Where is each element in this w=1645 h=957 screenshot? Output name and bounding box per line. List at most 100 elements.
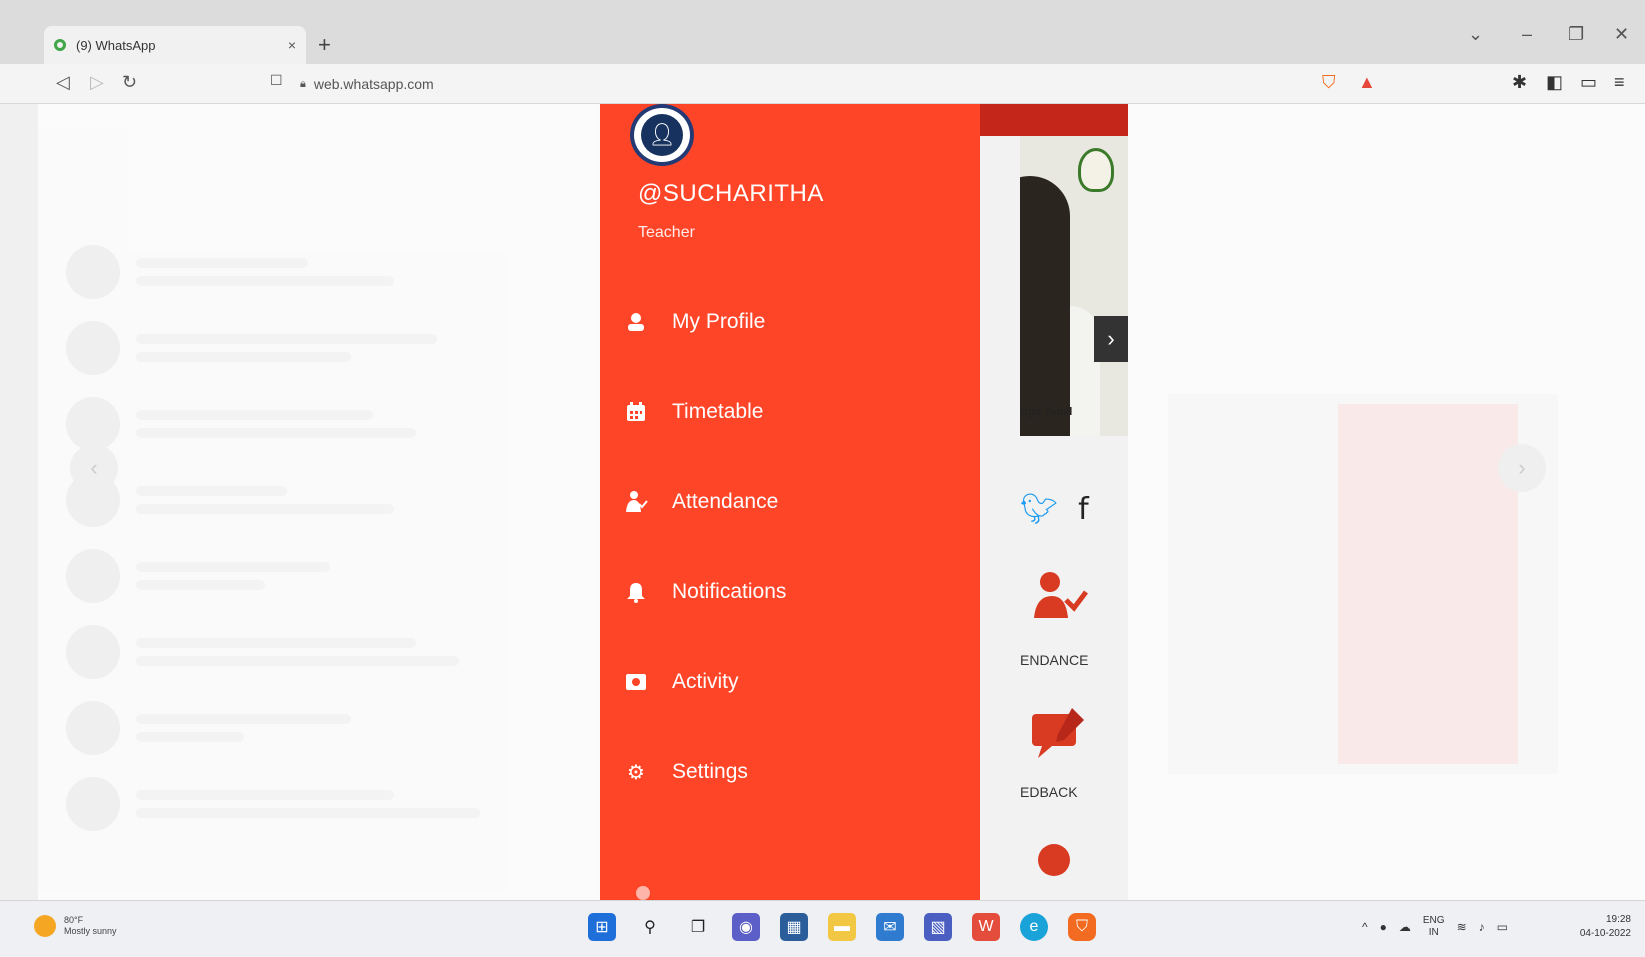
menu-item-timetable[interactable]: Timetable (624, 388, 964, 436)
emblem-icon (1078, 148, 1114, 192)
reload-icon[interactable]: ↻ (122, 72, 137, 93)
weather-temp: 80°F (64, 915, 84, 925)
menu-item-settings[interactable]: ⚙ Settings (624, 748, 964, 796)
weather-desc: Mostly sunny (64, 926, 117, 936)
system-tray: ^ ● ☁ ENG IN ≋ ♪ ▭ (1362, 915, 1508, 939)
avatar (66, 701, 120, 755)
carousel-next-icon[interactable]: › (1498, 444, 1546, 492)
drawer-username: @SUCHARITHA (638, 180, 824, 207)
chat-row[interactable] (66, 320, 566, 376)
chat-row[interactable] (66, 548, 566, 604)
social-links: 🐦︎ f (1020, 492, 1089, 527)
lock-icon: 🔒︎ (300, 77, 306, 90)
carousel-prev-icon[interactable]: ‹ (70, 444, 118, 492)
menu-item-activity[interactable]: Activity (624, 658, 964, 706)
attendance-tile-icon[interactable] (1028, 568, 1088, 624)
avatar (66, 245, 120, 299)
office-icon[interactable]: W (972, 913, 1000, 941)
tab-close-icon[interactable]: × (288, 37, 296, 53)
more-menu-icon[interactable] (636, 886, 650, 900)
language-indicator[interactable]: ENG IN (1423, 915, 1445, 939)
gear-icon: ⚙ (627, 760, 645, 784)
sidebar-icon[interactable]: ◧ (1546, 72, 1563, 93)
bell-icon (624, 580, 648, 604)
chat-row[interactable] (66, 396, 566, 452)
user-avatar[interactable]: 👤︎ (630, 104, 694, 166)
brave-rewards-icon[interactable]: ▲ (1358, 72, 1376, 93)
browser-tabstrip: (9) WhatsApp × + ⌄ – ❐ ✕ (0, 0, 1645, 64)
menu-item-label: Activity (672, 670, 739, 693)
message-image (1338, 404, 1518, 764)
brave-icon[interactable]: ⛉ (1068, 913, 1096, 941)
chat-row[interactable] (66, 244, 566, 300)
whatsapp-chat-list (38, 104, 598, 900)
mail-icon[interactable]: ✉ (876, 913, 904, 941)
chat-row[interactable] (66, 624, 566, 680)
menu-item-my-profile[interactable]: My Profile (624, 298, 964, 346)
chat-row[interactable] (66, 700, 566, 756)
app-profile-name: Ugo Tamil (1020, 406, 1073, 418)
menu-item-notifications[interactable]: Notifications (624, 568, 964, 616)
menu-item-label: Attendance (672, 490, 779, 513)
file-explorer-icon[interactable]: ▬ (828, 913, 856, 941)
chat-row[interactable] (66, 472, 566, 528)
clock-date: 04-10-2022 (1579, 928, 1631, 939)
antivirus-icon[interactable]: ● (1380, 920, 1387, 934)
chat-row[interactable] (66, 776, 566, 832)
chat-icon[interactable]: ◉ (732, 913, 760, 941)
back-icon[interactable]: ◁ (56, 72, 70, 93)
menu-item-label: Timetable (672, 400, 764, 423)
calendar-icon (624, 400, 648, 424)
weather-widget[interactable]: 80°F Mostly sunny (34, 915, 117, 937)
facebook-icon[interactable]: f (1078, 492, 1089, 527)
minimize-button[interactable]: – (1522, 24, 1532, 45)
menu-item-label: Notifications (672, 580, 787, 603)
browser-tab-whatsapp[interactable]: (9) WhatsApp × (44, 26, 306, 64)
menu-item-attendance[interactable]: Attendance (624, 478, 964, 526)
wallet-icon[interactable]: ▭ (1580, 72, 1597, 93)
clock-time: 19:28 (1605, 914, 1631, 925)
maximize-button[interactable]: ❐ (1568, 24, 1584, 45)
forward-icon[interactable]: ▷ (90, 72, 104, 93)
close-window-button[interactable]: ✕ (1614, 24, 1629, 45)
taskbar-apps: ⊞ ⚲ ❐ ◉ ▦ ▬ ✉ ▧ W e ⛉ (588, 913, 1096, 941)
banner-next-icon[interactable]: › (1094, 316, 1128, 362)
start-icon[interactable]: ⊞ (588, 913, 616, 941)
more-tile-icon[interactable] (1028, 832, 1088, 888)
page-content: ‹ › › Ugo Tamil 🐦︎ f ENDANCE EDBACK 👤︎ @… (38, 104, 1645, 900)
tab-search-icon[interactable]: ⌄ (1468, 24, 1483, 45)
avatar (66, 321, 120, 375)
avatar (66, 397, 120, 451)
windows-taskbar: 80°F Mostly sunny ⊞ ⚲ ❐ ◉ ▦ ▬ ✉ ▧ W e ⛉ … (0, 900, 1645, 957)
twitter-icon[interactable]: 🐦︎ (1020, 492, 1058, 527)
feedback-tile-icon[interactable] (1028, 704, 1088, 760)
avatar (66, 625, 120, 679)
volume-icon[interactable]: ♪ (1479, 920, 1485, 934)
new-tab-button[interactable]: + (318, 32, 331, 58)
onedrive-icon[interactable]: ☁ (1399, 920, 1411, 934)
wifi-icon[interactable]: ≋ (1457, 920, 1467, 934)
attendance-icon (624, 490, 648, 514)
attendance-tile-label[interactable]: ENDANCE (1020, 652, 1088, 668)
menu-item-label: Settings (672, 760, 748, 783)
address-bar[interactable]: 🔒︎ web.whatsapp.com (300, 70, 1300, 98)
battery-icon[interactable]: ▭ (1497, 920, 1508, 934)
task-view-icon[interactable]: ❐ (684, 913, 712, 941)
edge-icon[interactable]: e (1020, 913, 1048, 941)
widgets-icon[interactable]: ▦ (780, 913, 808, 941)
profile-photo (1020, 176, 1070, 436)
clock[interactable]: 19:28 04-10-2022 (1580, 913, 1631, 941)
user-silhouette-icon: 👤︎ (641, 114, 683, 156)
left-rail (0, 104, 38, 900)
photos-icon[interactable]: ▧ (924, 913, 952, 941)
menu-icon[interactable]: ≡ (1614, 72, 1625, 93)
feedback-tile-label[interactable]: EDBACK (1020, 784, 1078, 800)
brave-shield-icon[interactable]: ⛉ (1322, 72, 1336, 93)
menu-item-label: My Profile (672, 310, 766, 333)
navigation-drawer: 👤︎ @SUCHARITHA Teacher My Profile Timeta… (600, 104, 980, 900)
app-banner: › (1020, 136, 1128, 436)
search-icon[interactable]: ⚲ (636, 913, 664, 941)
bookmark-icon[interactable]: ☐ (270, 72, 283, 89)
tray-overflow-icon[interactable]: ^ (1362, 920, 1368, 934)
extensions-icon[interactable]: ✱ (1512, 72, 1527, 93)
